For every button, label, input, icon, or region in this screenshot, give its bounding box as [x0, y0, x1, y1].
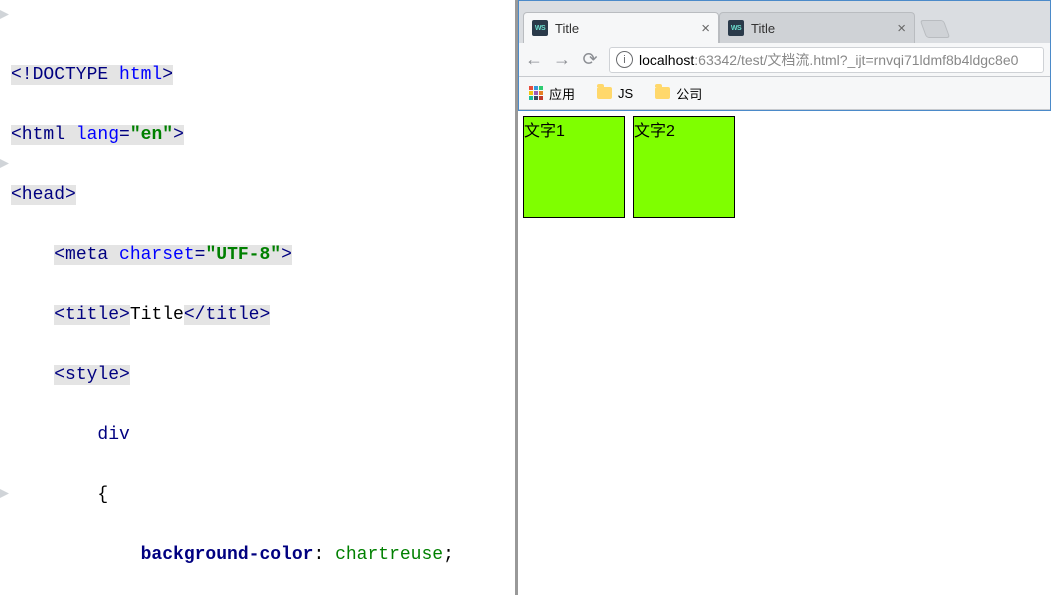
content-box-1: 文字1	[523, 116, 625, 218]
code-line[interactable]: <style>	[0, 360, 515, 390]
apps-label: 应用	[549, 84, 575, 103]
new-tab-button[interactable]	[920, 20, 951, 38]
code-line[interactable]: <html lang="en">	[0, 120, 515, 150]
editor-gutter	[0, 0, 8, 595]
browser-pane: WS Title × WS Title × ← → ⟳ i localhost:…	[515, 0, 1051, 595]
bookmark-folder-company[interactable]: 公司	[655, 84, 702, 103]
browser-window: WS Title × WS Title × ← → ⟳ i localhost:…	[518, 0, 1051, 111]
browser-tab-active[interactable]: WS Title ×	[523, 12, 719, 43]
bookmarks-bar: 应用 JS 公司	[519, 77, 1050, 110]
code-line[interactable]: {	[0, 480, 515, 510]
code-line[interactable]: <title>Title</title>	[0, 300, 515, 330]
tab-label: Title	[555, 21, 701, 36]
apps-button[interactable]: 应用	[529, 84, 575, 103]
fold-arrow-icon[interactable]	[0, 489, 9, 498]
bookmark-label: 公司	[676, 84, 702, 103]
browser-tabs-row: WS Title × WS Title ×	[519, 1, 1050, 43]
app-container: <!DOCTYPE html> <html lang="en"> <head> …	[0, 0, 1051, 595]
browser-tab-inactive[interactable]: WS Title ×	[719, 12, 915, 43]
fold-arrow-icon[interactable]	[0, 10, 9, 19]
fold-arrow-icon[interactable]	[0, 159, 9, 168]
reload-button[interactable]: ⟳	[581, 49, 599, 70]
close-icon[interactable]: ×	[897, 21, 906, 36]
webstorm-favicon-icon: WS	[532, 20, 548, 36]
folder-icon	[597, 87, 612, 99]
close-icon[interactable]: ×	[701, 21, 710, 36]
back-button[interactable]: ←	[525, 49, 543, 70]
url-path: :63342/test/文档流.html?_ijt=rnvqi71ldmf8b4…	[694, 50, 1018, 70]
code-line[interactable]: background-color: chartreuse;	[0, 540, 515, 570]
site-info-icon[interactable]: i	[616, 51, 633, 68]
bookmark-label: JS	[618, 86, 633, 101]
bookmark-folder-js[interactable]: JS	[597, 86, 633, 101]
page-viewport: 文字1 文字2	[518, 111, 1051, 595]
content-box-2: 文字2	[633, 116, 735, 218]
tab-label: Title	[751, 21, 897, 36]
folder-icon	[655, 87, 670, 99]
forward-button[interactable]: →	[553, 49, 571, 70]
code-line[interactable]: <meta charset="UTF-8">	[0, 240, 515, 270]
apps-grid-icon	[529, 86, 543, 100]
url-host: localhost	[639, 52, 694, 68]
code-line[interactable]: <head>	[0, 180, 515, 210]
code-line[interactable]: <!DOCTYPE html>	[0, 60, 515, 90]
address-input[interactable]: i localhost:63342/test/文档流.html?_ijt=rnv…	[609, 47, 1044, 73]
address-bar-row: ← → ⟳ i localhost:63342/test/文档流.html?_i…	[519, 43, 1050, 77]
code-line[interactable]: div	[0, 420, 515, 450]
webstorm-favicon-icon: WS	[728, 20, 744, 36]
code-editor-pane: <!DOCTYPE html> <html lang="en"> <head> …	[0, 0, 515, 595]
